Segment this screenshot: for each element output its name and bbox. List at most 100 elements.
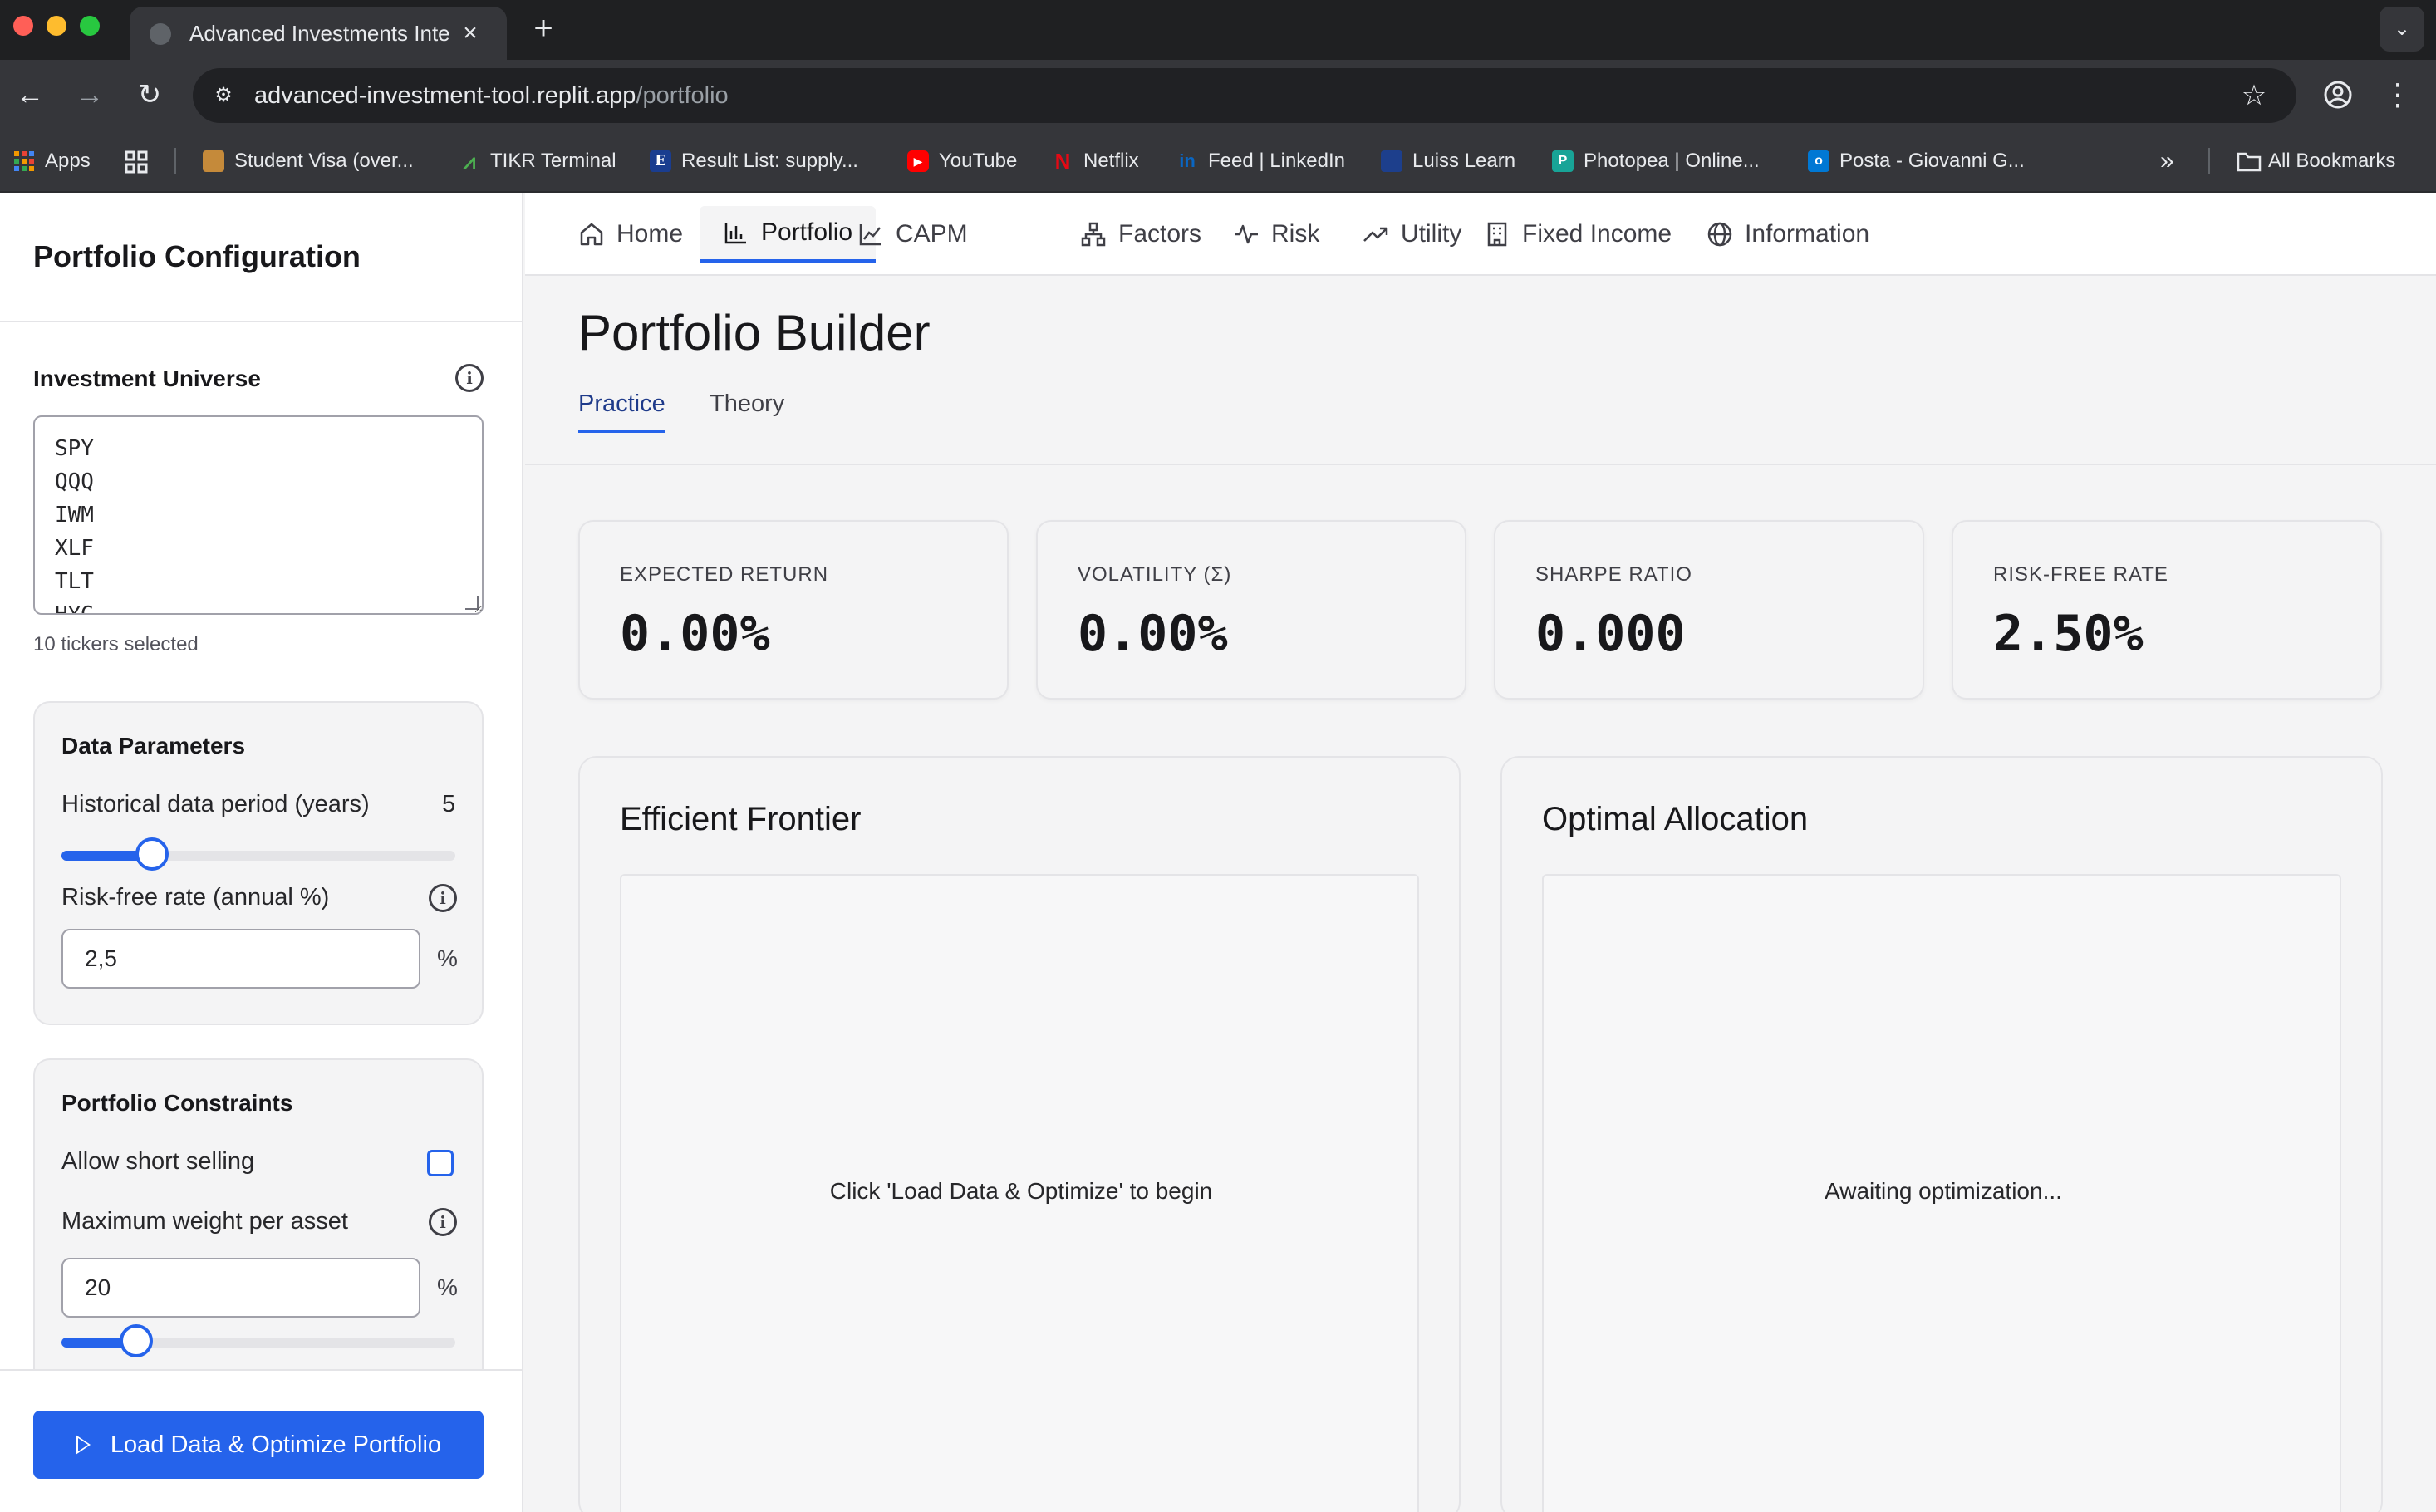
ticker-item: XLF	[55, 536, 94, 561]
period-label: Historical data period (years)	[61, 791, 370, 817]
reload-icon[interactable]: ↻	[126, 71, 173, 118]
page-title: Portfolio Builder	[578, 305, 931, 361]
stat-label: RISK-FREE RATE	[1993, 563, 2168, 586]
back-arrow-icon[interactable]: ←	[7, 71, 53, 118]
nav-item-factors[interactable]: Factors	[1057, 206, 1225, 263]
forward-arrow-icon[interactable]: →	[66, 71, 113, 118]
all-bookmarks[interactable]: All Bookmarks	[2237, 145, 2395, 178]
nav-item-capm[interactable]: CAPM	[834, 206, 991, 263]
photopea-icon: P	[1552, 150, 1574, 172]
bookmark-tikr[interactable]: ⩘ TIKR Terminal	[459, 145, 616, 178]
stat-card-sharpe-ratio: SHARPE RATIO 0.000	[1494, 520, 1924, 700]
stat-value: 2.50%	[1993, 605, 2144, 663]
ticker-item: TLT	[55, 569, 94, 594]
ticker-item: HYG	[55, 602, 94, 615]
max-weight-slider[interactable]	[61, 1324, 455, 1357]
portfolio-constraints-panel: Portfolio Constraints Allow short sellin…	[33, 1058, 484, 1407]
efficient-frontier-card: Efficient Frontier Click 'Load Data & Op…	[578, 756, 1461, 1512]
globe-icon	[1707, 221, 1733, 248]
maximize-window-button[interactable]	[80, 16, 100, 36]
period-slider[interactable]	[61, 837, 455, 871]
info-icon[interactable]: i	[429, 884, 457, 912]
nav-item-label: Utility	[1401, 220, 1462, 248]
stat-card-expected-return: EXPECTED RETURN 0.00%	[578, 520, 1009, 700]
bookmark-netflix[interactable]: N Netflix	[1052, 145, 1139, 178]
grid-icon	[125, 150, 148, 174]
optimize-button[interactable]: Load Data & Optimize Portfolio	[33, 1411, 484, 1479]
stat-card-volatility: VOLATILITY (Σ) 0.00%	[1036, 520, 1466, 700]
bookmark-youtube[interactable]: ▶ YouTube	[907, 145, 1017, 178]
close-tab-icon[interactable]: ×	[457, 20, 484, 47]
bookmark-grid[interactable]	[125, 145, 156, 178]
bookmark-student-visa[interactable]: Student Visa (over...	[203, 145, 414, 178]
chevron-down-icon[interactable]: ⌄	[2380, 7, 2424, 52]
ticker-item: QQQ	[55, 469, 94, 494]
stat-label: VOLATILITY (Σ)	[1078, 563, 1232, 586]
minimize-window-button[interactable]	[47, 16, 66, 36]
resize-handle-icon[interactable]	[465, 596, 479, 610]
nav-item-label: Information	[1745, 220, 1870, 248]
max-weight-slider-thumb[interactable]	[120, 1324, 154, 1357]
more-menu-icon[interactable]: ⋮	[2375, 71, 2421, 118]
data-parameters-panel: Data Parameters Historical data period (…	[33, 701, 484, 1025]
browser-tab-strip: Advanced Investments Interac × + ⌄	[0, 0, 2436, 60]
nav-item-label: Home	[616, 220, 684, 248]
max-weight-input[interactable]: 20	[61, 1258, 420, 1318]
sidebar-header: Portfolio Configuration	[0, 193, 522, 322]
nav-item-information[interactable]: Information	[1683, 206, 1893, 263]
tab-practice[interactable]: Practice	[578, 390, 665, 433]
tab-favicon-icon	[150, 23, 171, 45]
period-slider-thumb[interactable]	[135, 837, 169, 871]
stat-value: 0.00%	[1078, 605, 1228, 663]
info-icon[interactable]: i	[455, 364, 484, 392]
bar-chart-icon	[723, 219, 749, 246]
play-icon	[75, 1435, 91, 1455]
site-settings-icon[interactable]: ⚙	[208, 80, 239, 111]
sidebar-title: Portfolio Configuration	[33, 239, 361, 273]
short-selling-label: Allow short selling	[61, 1148, 255, 1175]
data-parameters-title: Data Parameters	[61, 733, 246, 758]
youtube-icon: ▶	[907, 150, 929, 172]
investment-universe-label: Investment Universe	[33, 366, 261, 391]
nav-item-home[interactable]: Home	[555, 206, 706, 263]
risk-free-unit: %	[437, 945, 458, 971]
nav-item-fixed-income[interactable]: Fixed Income	[1461, 206, 1695, 263]
nav-item-label: Risk	[1271, 220, 1320, 248]
linkedin-icon: in	[1179, 150, 1196, 171]
bookmark-posta[interactable]: o Posta - Giovanni G...	[1808, 145, 2025, 178]
bookmark-photopea[interactable]: P Photopea | Online...	[1552, 145, 1760, 178]
browser-toolbar: ← → ↻ ⚙ advanced-investment-tool.replit.…	[0, 60, 2436, 130]
line-chart-icon	[857, 221, 884, 248]
risk-free-input[interactable]: 2,5	[61, 929, 420, 989]
trending-up-icon	[1363, 221, 1389, 248]
profile-icon[interactable]	[2315, 71, 2361, 118]
new-tab-icon[interactable]: +	[525, 10, 562, 47]
info-icon[interactable]: i	[429, 1208, 457, 1236]
close-window-button[interactable]	[13, 16, 33, 36]
bookmark-luiss[interactable]: Luiss Learn	[1381, 145, 1515, 178]
address-bar[interactable]: ⚙ advanced-investment-tool.replit.app/po…	[193, 68, 2296, 123]
tab-title: Advanced Investments Interac	[189, 21, 450, 46]
ticker-item: IWM	[55, 503, 94, 528]
max-weight-label: Maximum weight per asset	[61, 1208, 348, 1235]
bookmark-star-icon[interactable]: ☆	[2237, 78, 2271, 113]
sidebar-footer: Load Data & Optimize Portfolio	[0, 1369, 522, 1512]
nav-item-risk[interactable]: Risk	[1210, 206, 1343, 263]
optimal-allocation-card: Optimal Allocation Awaiting optimization…	[1500, 756, 2383, 1512]
tickers-textarea[interactable]: SPY QQQ IWM XLF TLT HYG	[33, 415, 484, 615]
outlook-icon: o	[1808, 150, 1829, 172]
optimal-allocation-chart-area: Awaiting optimization...	[1542, 874, 2341, 1512]
bookmark-result-list[interactable]: E Result List: supply...	[650, 145, 858, 178]
building-icon	[1484, 221, 1510, 248]
short-selling-checkbox[interactable]	[427, 1150, 454, 1176]
efficient-frontier-chart-area: Click 'Load Data & Optimize' to begin	[620, 874, 1419, 1512]
tab-theory[interactable]: Theory	[710, 390, 784, 430]
browser-tab[interactable]: Advanced Investments Interac ×	[130, 7, 507, 60]
stat-label: SHARPE RATIO	[1535, 563, 1692, 586]
bookmark-linkedin[interactable]: in Feed | LinkedIn	[1176, 145, 1345, 178]
bookmark-apps[interactable]: Apps	[13, 145, 91, 178]
home-icon	[578, 221, 605, 248]
nav-item-label: Fixed Income	[1522, 220, 1672, 248]
more-bookmarks-icon[interactable]: »	[2160, 145, 2174, 178]
stat-value: 0.000	[1535, 605, 1686, 663]
